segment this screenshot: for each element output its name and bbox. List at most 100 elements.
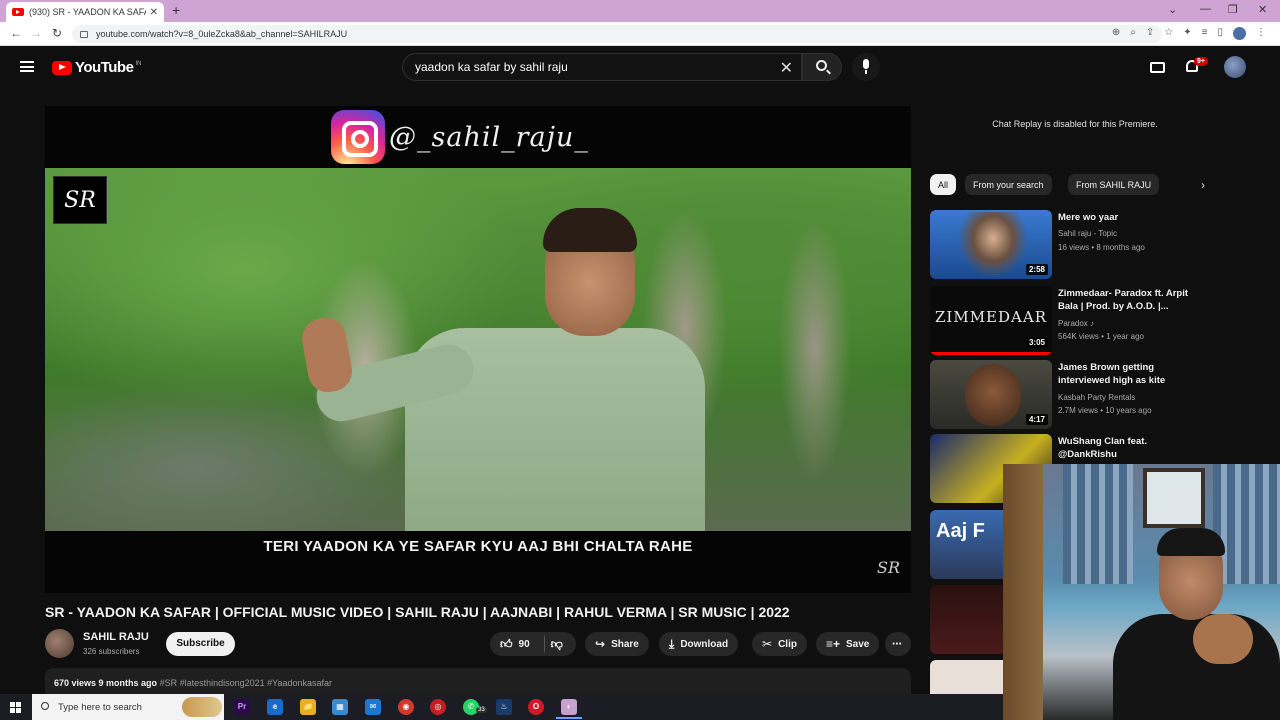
search-query: yaadon ka safar by sahil raju [415, 60, 568, 74]
recommendation-channel[interactable]: Paradox ♪ [1058, 319, 1094, 328]
edge-icon[interactable]: e [267, 699, 283, 715]
tab-search-icon[interactable]: ⌄ [1168, 3, 1177, 16]
side-panel-icon[interactable]: ▯ [1217, 27, 1223, 40]
recommendation-thumbnail[interactable]: ZIMMEDAAR 3:05 [930, 286, 1052, 355]
recommendation-meta: 16 views • 8 months ago [1058, 243, 1145, 252]
instagram-handle: @_sahil_raju_ [389, 122, 589, 153]
video-player[interactable]: @_sahil_raju_ SR TERI YAADON KA YE SAFAR… [45, 106, 911, 593]
recommendation-title[interactable]: Zimmedaar- Paradox ft. Arpit Bala | Prod… [1058, 287, 1198, 313]
download-button[interactable]: ⤓ Download [659, 632, 739, 656]
windows-start-icon[interactable] [10, 702, 21, 713]
tab-close-icon[interactable]: ✕ [150, 7, 158, 18]
reading-list-icon[interactable]: ≡ [1202, 27, 1208, 40]
chrome-profile-icon[interactable]: ◐ [561, 699, 577, 715]
zoom-icon[interactable]: ⌕ [1130, 27, 1136, 40]
like-dislike-group: 👍︎ 90 👎︎ [490, 632, 576, 656]
mail-icon[interactable]: ✉ [365, 699, 381, 715]
premiere-pro-icon[interactable]: Pr [234, 699, 250, 715]
whatsapp-badge: 33 [476, 707, 487, 713]
webcam-overlay [1003, 464, 1280, 720]
menu-icon[interactable] [20, 61, 34, 72]
close-window-button[interactable]: ✕ [1258, 3, 1267, 16]
more-icon: ⋯ [892, 638, 902, 650]
share-button[interactable]: ↪ Share [585, 632, 649, 656]
back-icon[interactable]: ← [10, 26, 22, 40]
channel-avatar[interactable] [45, 629, 74, 658]
youtube-logo[interactable]: YouTube IN [52, 59, 141, 76]
thumbs-up-icon[interactable]: 👍︎ [500, 637, 513, 652]
like-divider [543, 636, 545, 652]
url-text: youtube.com/watch?v=8_0uleZcka8&ab_chann… [96, 29, 348, 39]
new-tab-button[interactable]: + [172, 2, 180, 18]
extensions-icon[interactable]: ✦ [1183, 27, 1191, 40]
install-app-icon[interactable]: ⊕ [1112, 27, 1120, 40]
recommendation-meta: 2.7M views • 10 years ago [1058, 406, 1152, 415]
thumbs-down-icon[interactable]: 👎︎ [551, 637, 563, 652]
lock-icon [80, 30, 88, 38]
recommendation-title[interactable]: James Brown getting interviewed high as … [1058, 361, 1198, 387]
voice-search-icon[interactable] [852, 53, 880, 81]
store-icon[interactable]: ▦ [332, 699, 348, 715]
share-page-icon[interactable]: ⇪ [1146, 27, 1154, 40]
video-frame: SR [45, 168, 911, 538]
recommendation-channel[interactable]: Kasbah Party Rentals [1058, 393, 1135, 402]
chip-scroll-right-icon[interactable]: › [1201, 178, 1205, 192]
chrome-icon[interactable]: ◉ [398, 699, 414, 715]
profile-avatar[interactable] [1233, 27, 1246, 40]
sr-logo-badge: SR [53, 176, 107, 224]
recommendation-item[interactable]: 4:17 James Brown getting interviewed hig… [930, 360, 1190, 430]
save-label: Save [846, 638, 870, 650]
browser-tab[interactable]: (930) SR - YAADON KA SAFAR ✕ [6, 2, 164, 22]
taskbar-search-input[interactable]: Type here to search [32, 694, 224, 720]
restore-button[interactable]: ❐ [1228, 3, 1238, 16]
search-input[interactable]: yaadon ka safar by sahil raju ✕ [402, 53, 802, 81]
sr-watermark: SR [877, 558, 901, 577]
hashtags[interactable]: #SR #latesthindisong2021 #Yaadonkasafar [160, 678, 332, 688]
minimize-button[interactable]: — [1200, 3, 1211, 15]
steam-icon[interactable]: ♨ [496, 699, 512, 715]
youtube-favicon-icon [12, 8, 24, 16]
opera-icon[interactable]: O [528, 699, 544, 715]
browser-menu-icon[interactable]: ⋮ [1256, 27, 1266, 40]
thumbnail-text: ZIMMEDAAR [934, 308, 1047, 326]
video-duration: 4:17 [1025, 414, 1048, 425]
views-and-date: 670 views 9 months ago [54, 678, 158, 688]
chip-all[interactable]: All [930, 174, 957, 195]
video-duration: 2:58 [1025, 264, 1048, 275]
recommendation-item[interactable]: ZIMMEDAAR 3:05 Zimmedaar- Paradox ft. Ar… [930, 286, 1190, 356]
recommendation-title[interactable]: Mere wo yaar [1058, 211, 1198, 224]
playlist-add-icon: ≡+ [826, 637, 841, 651]
tab-title: (930) SR - YAADON KA SAFAR [29, 7, 146, 17]
like-count[interactable]: 90 [519, 639, 530, 650]
reload-icon[interactable]: ↻ [52, 26, 62, 40]
recommendation-meta: 564K views • 1 year ago [1058, 332, 1144, 341]
more-actions-button[interactable]: ⋯ [885, 632, 911, 656]
recommendation-title[interactable]: WuShang Clan feat. @DankRishu [1058, 435, 1198, 461]
download-label: Download [680, 638, 729, 650]
recommendation-thumbnail[interactable]: 4:17 [930, 360, 1052, 429]
url-field[interactable]: youtube.com/watch?v=8_0uleZcka8&ab_chann… [72, 25, 1162, 43]
clip-button[interactable]: ✂ Clip [752, 632, 807, 656]
download-icon: ⤓ [669, 636, 675, 651]
search-button[interactable] [802, 53, 842, 81]
bookmark-star-icon[interactable]: ☆ [1164, 27, 1173, 40]
save-button[interactable]: ≡+ Save [816, 632, 880, 656]
active-app-indicator [556, 717, 582, 719]
clear-search-icon[interactable]: ✕ [780, 58, 793, 78]
recommendation-thumbnail[interactable]: 2:58 [930, 210, 1052, 279]
channel-name[interactable]: SAHIL RAJU [83, 631, 149, 643]
account-avatar[interactable] [1224, 56, 1246, 78]
chip-from-channel[interactable]: From SAHIL RAJU [1068, 174, 1160, 195]
chip-from-your-search[interactable]: From your search [965, 174, 1052, 195]
recommendation-channel[interactable]: Sahil raju - Topic [1058, 229, 1117, 238]
obs-icon[interactable]: ◎ [430, 699, 446, 715]
search-highlight-image [182, 697, 222, 717]
subscribe-button[interactable]: Subscribe [166, 632, 235, 656]
clip-label: Clip [778, 638, 797, 650]
file-explorer-icon[interactable]: 📁 [300, 699, 316, 715]
recommendation-item[interactable]: 2:58 Mere wo yaar Sahil raju - Topic 16 … [930, 210, 1190, 280]
description-box[interactable]: 670 views 9 months ago #SR #latesthindis… [45, 668, 911, 694]
forward-icon[interactable]: → [30, 26, 42, 40]
singer-figure [298, 208, 705, 538]
create-video-icon[interactable] [1150, 62, 1165, 73]
